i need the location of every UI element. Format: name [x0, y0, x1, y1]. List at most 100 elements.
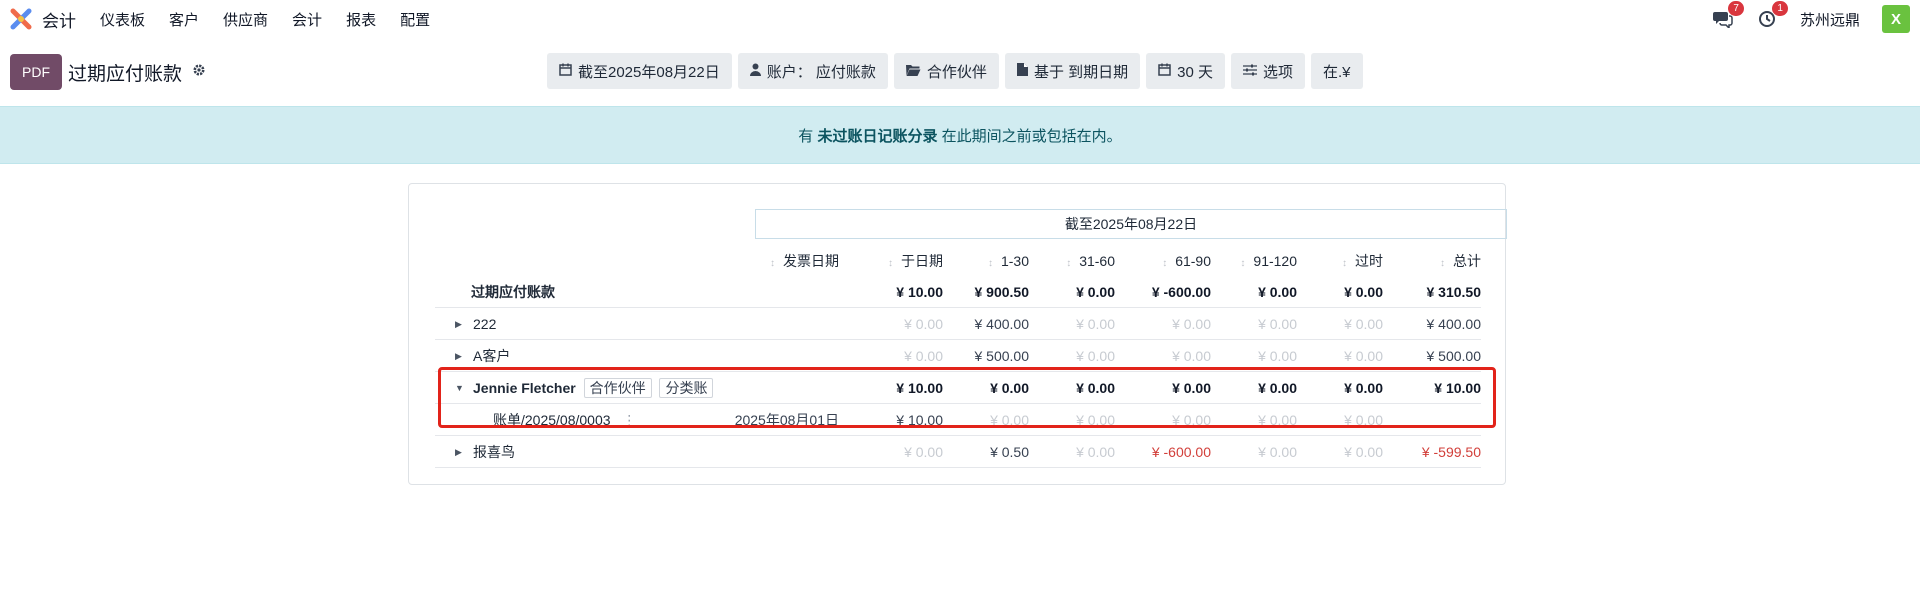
- value-31-60: ¥ 0.00: [1076, 380, 1115, 396]
- filter-account-button[interactable]: 账户： 应付账款: [737, 53, 888, 89]
- unposted-entries-alert: 有 未过账日记账分录 在此期间之前或包括在内。: [0, 106, 1920, 164]
- value-91-120: ¥ 0.00: [1258, 444, 1297, 460]
- value-1-30: ¥ 0.50: [990, 444, 1029, 460]
- filter-options-label: 选项: [1262, 63, 1293, 81]
- nav-app-name[interactable]: 会计: [42, 7, 76, 32]
- value-invoice-date: 2025年08月01日: [734, 412, 839, 428]
- filter-partner-button[interactable]: 合作伙伴: [893, 53, 999, 89]
- nav-menu-vendors[interactable]: 供应商: [223, 9, 268, 30]
- value-as-of: ¥ 10.00: [896, 380, 943, 396]
- calendar-icon: [559, 63, 572, 79]
- total-61-90: ¥ -600.00: [1151, 284, 1211, 300]
- value-overdue: ¥ 0.00: [1344, 380, 1383, 396]
- value-overdue: ¥ 0.00: [1344, 348, 1383, 364]
- partner-label[interactable]: 222: [473, 309, 496, 340]
- user-avatar[interactable]: X: [1882, 5, 1910, 33]
- value-1-30: ¥ 500.00: [974, 348, 1030, 364]
- activity-badge: 1: [1772, 1, 1788, 16]
- total-total: ¥ 310.50: [1426, 284, 1482, 300]
- gear-icon[interactable]: [192, 63, 206, 81]
- value-31-60: ¥ 0.00: [1076, 412, 1115, 428]
- clock-icon[interactable]: 1: [1756, 1, 1788, 29]
- value-1-30: ¥ 0.00: [990, 412, 1029, 428]
- col-61-90[interactable]: ↕ 61-90: [1162, 249, 1211, 273]
- column-header-row: ↕ 发票日期 ↕ 于日期 ↕ 1-30 ↕ 31-60 ↕ 61-90 ↕ 91-120 ↕…: [435, 249, 1481, 273]
- col-1-30[interactable]: ↕ 1-30: [988, 249, 1029, 273]
- nav-menu-dashboard[interactable]: 仪表板: [100, 9, 145, 30]
- filter-currency-label: 在.¥: [1322, 63, 1351, 81]
- caret-right-icon[interactable]: ▶: [455, 437, 462, 468]
- caret-right-icon[interactable]: ▶: [455, 341, 462, 372]
- col-91-120[interactable]: ↕ 91-120: [1240, 249, 1297, 273]
- nav-right-group: 7 1 苏州远鼎 X: [1712, 1, 1910, 33]
- value-61-90: ¥ 0.00: [1172, 316, 1211, 332]
- partner-label[interactable]: Jennie Fletcher 合作伙伴 分类账: [473, 373, 714, 404]
- caret-down-icon[interactable]: ▼: [455, 373, 464, 404]
- bill-label[interactable]: 账单/2025/08/0003 ⋮: [493, 405, 636, 436]
- value-1-30: ¥ 400.00: [974, 316, 1030, 332]
- col-as-of-date[interactable]: ↕ 于日期: [888, 249, 943, 273]
- filter-date-button[interactable]: 截至2025年08月22日: [547, 53, 732, 89]
- filter-currency-button[interactable]: 在.¥: [1310, 53, 1363, 89]
- value-91-120: ¥ 0.00: [1258, 348, 1297, 364]
- table-row-expanded[interactable]: ▼ Jennie Fletcher 合作伙伴 分类账 ¥ 10.00 ¥ 0.0…: [435, 373, 1481, 404]
- value-61-90: ¥ -600.00: [1151, 444, 1211, 460]
- chat-icon[interactable]: 7: [1712, 1, 1744, 29]
- period-header: 截至2025年08月22日: [755, 209, 1507, 239]
- filter-basis-label: 基于 到期日期: [1033, 63, 1129, 81]
- nav-menu-customers[interactable]: 客户: [169, 9, 199, 30]
- partner-tag-button[interactable]: 合作伙伴: [583, 378, 652, 398]
- value-31-60: ¥ 0.00: [1076, 444, 1115, 460]
- filter-interval-label: 30 天: [1177, 63, 1213, 81]
- table-row-detail[interactable]: 账单/2025/08/0003 ⋮ 2025年08月01日 ¥ 10.00 ¥ …: [435, 405, 1481, 436]
- pdf-button[interactable]: PDF: [10, 54, 62, 90]
- total-1-30: ¥ 900.50: [974, 284, 1030, 300]
- nav-menu-config[interactable]: 配置: [400, 9, 430, 30]
- table-row[interactable]: ▶ 报喜鸟 ¥ 0.00 ¥ 0.50 ¥ 0.00 ¥ -600.00 ¥ 0…: [435, 437, 1481, 468]
- filter-options-button[interactable]: 选项: [1230, 53, 1305, 89]
- aged-payable-report: 截至2025年08月22日 ↕ 发票日期 ↕ 于日期 ↕ 1-30 ↕ 31-60 ↕ 6…: [408, 183, 1507, 485]
- value-as-of: ¥ 0.00: [904, 444, 943, 460]
- value-total: ¥ 10.00: [1434, 380, 1481, 396]
- col-invoice-date[interactable]: ↕ 发票日期: [770, 249, 839, 273]
- company-switcher[interactable]: 苏州远鼎: [1800, 9, 1860, 30]
- total-91-120: ¥ 0.00: [1258, 284, 1297, 300]
- col-overdue[interactable]: ↕ 过时: [1342, 249, 1383, 273]
- filter-bar: 截至2025年08月22日 账户： 应付账款 合作伙伴 基于 到期日期 30 天: [547, 53, 1363, 89]
- alert-prefix: 有: [798, 127, 814, 145]
- nav-menu-reports[interactable]: 报表: [346, 9, 376, 30]
- control-bar: PDF 过期应付账款 截至2025年08月22日 账户： 应付账款 合作伙伴 基…: [0, 38, 1920, 106]
- total-row-label: 过期应付账款: [471, 284, 555, 300]
- value-overdue: ¥ 0.00: [1344, 444, 1383, 460]
- total-overdue: ¥ 0.00: [1344, 284, 1383, 300]
- table-row[interactable]: ▶ 222 ¥ 0.00 ¥ 400.00 ¥ 0.00 ¥ 0.00 ¥ 0.…: [435, 309, 1481, 340]
- table-row[interactable]: ▶ A客户 ¥ 0.00 ¥ 500.00 ¥ 0.00 ¥ 0.00 ¥ 0.…: [435, 341, 1481, 372]
- value-overdue: ¥ 0.00: [1344, 316, 1383, 332]
- alert-link[interactable]: 未过账日记账分录: [817, 125, 937, 146]
- value-61-90: ¥ 0.00: [1172, 412, 1211, 428]
- sliders-icon: [1242, 64, 1257, 79]
- col-total[interactable]: ↕ 总计: [1440, 249, 1481, 273]
- partner-label[interactable]: 报喜鸟: [473, 437, 515, 468]
- value-as-of: ¥ 0.00: [904, 348, 943, 364]
- total-31-60: ¥ 0.00: [1076, 284, 1115, 300]
- ledger-tag-button[interactable]: 分类账: [659, 378, 714, 398]
- caret-right-icon[interactable]: ▶: [455, 309, 462, 340]
- file-icon: [1016, 63, 1028, 79]
- total-as-of: ¥ 10.00: [896, 284, 943, 300]
- filter-basis-button[interactable]: 基于 到期日期: [1004, 53, 1141, 89]
- filter-date-label: 截至2025年08月22日: [578, 63, 720, 81]
- folder-icon: [905, 64, 921, 79]
- filter-interval-button[interactable]: 30 天: [1146, 53, 1225, 89]
- more-vertical-icon[interactable]: ⋮: [622, 412, 636, 428]
- col-31-60[interactable]: ↕ 31-60: [1066, 249, 1115, 273]
- value-91-120: ¥ 0.00: [1258, 316, 1297, 332]
- partner-label[interactable]: A客户: [473, 341, 510, 372]
- nav-menu-accounting[interactable]: 会计: [292, 9, 322, 30]
- value-61-90: ¥ 0.00: [1172, 348, 1211, 364]
- app-logo-icon[interactable]: [10, 8, 32, 30]
- value-1-30: ¥ 0.00: [990, 380, 1029, 396]
- page-title: 过期应付账款: [68, 63, 183, 85]
- total-row: 过期应付账款 ¥ 10.00 ¥ 900.50 ¥ 0.00 ¥ -600.00…: [435, 277, 1481, 308]
- value-total: ¥ -599.50: [1421, 444, 1481, 460]
